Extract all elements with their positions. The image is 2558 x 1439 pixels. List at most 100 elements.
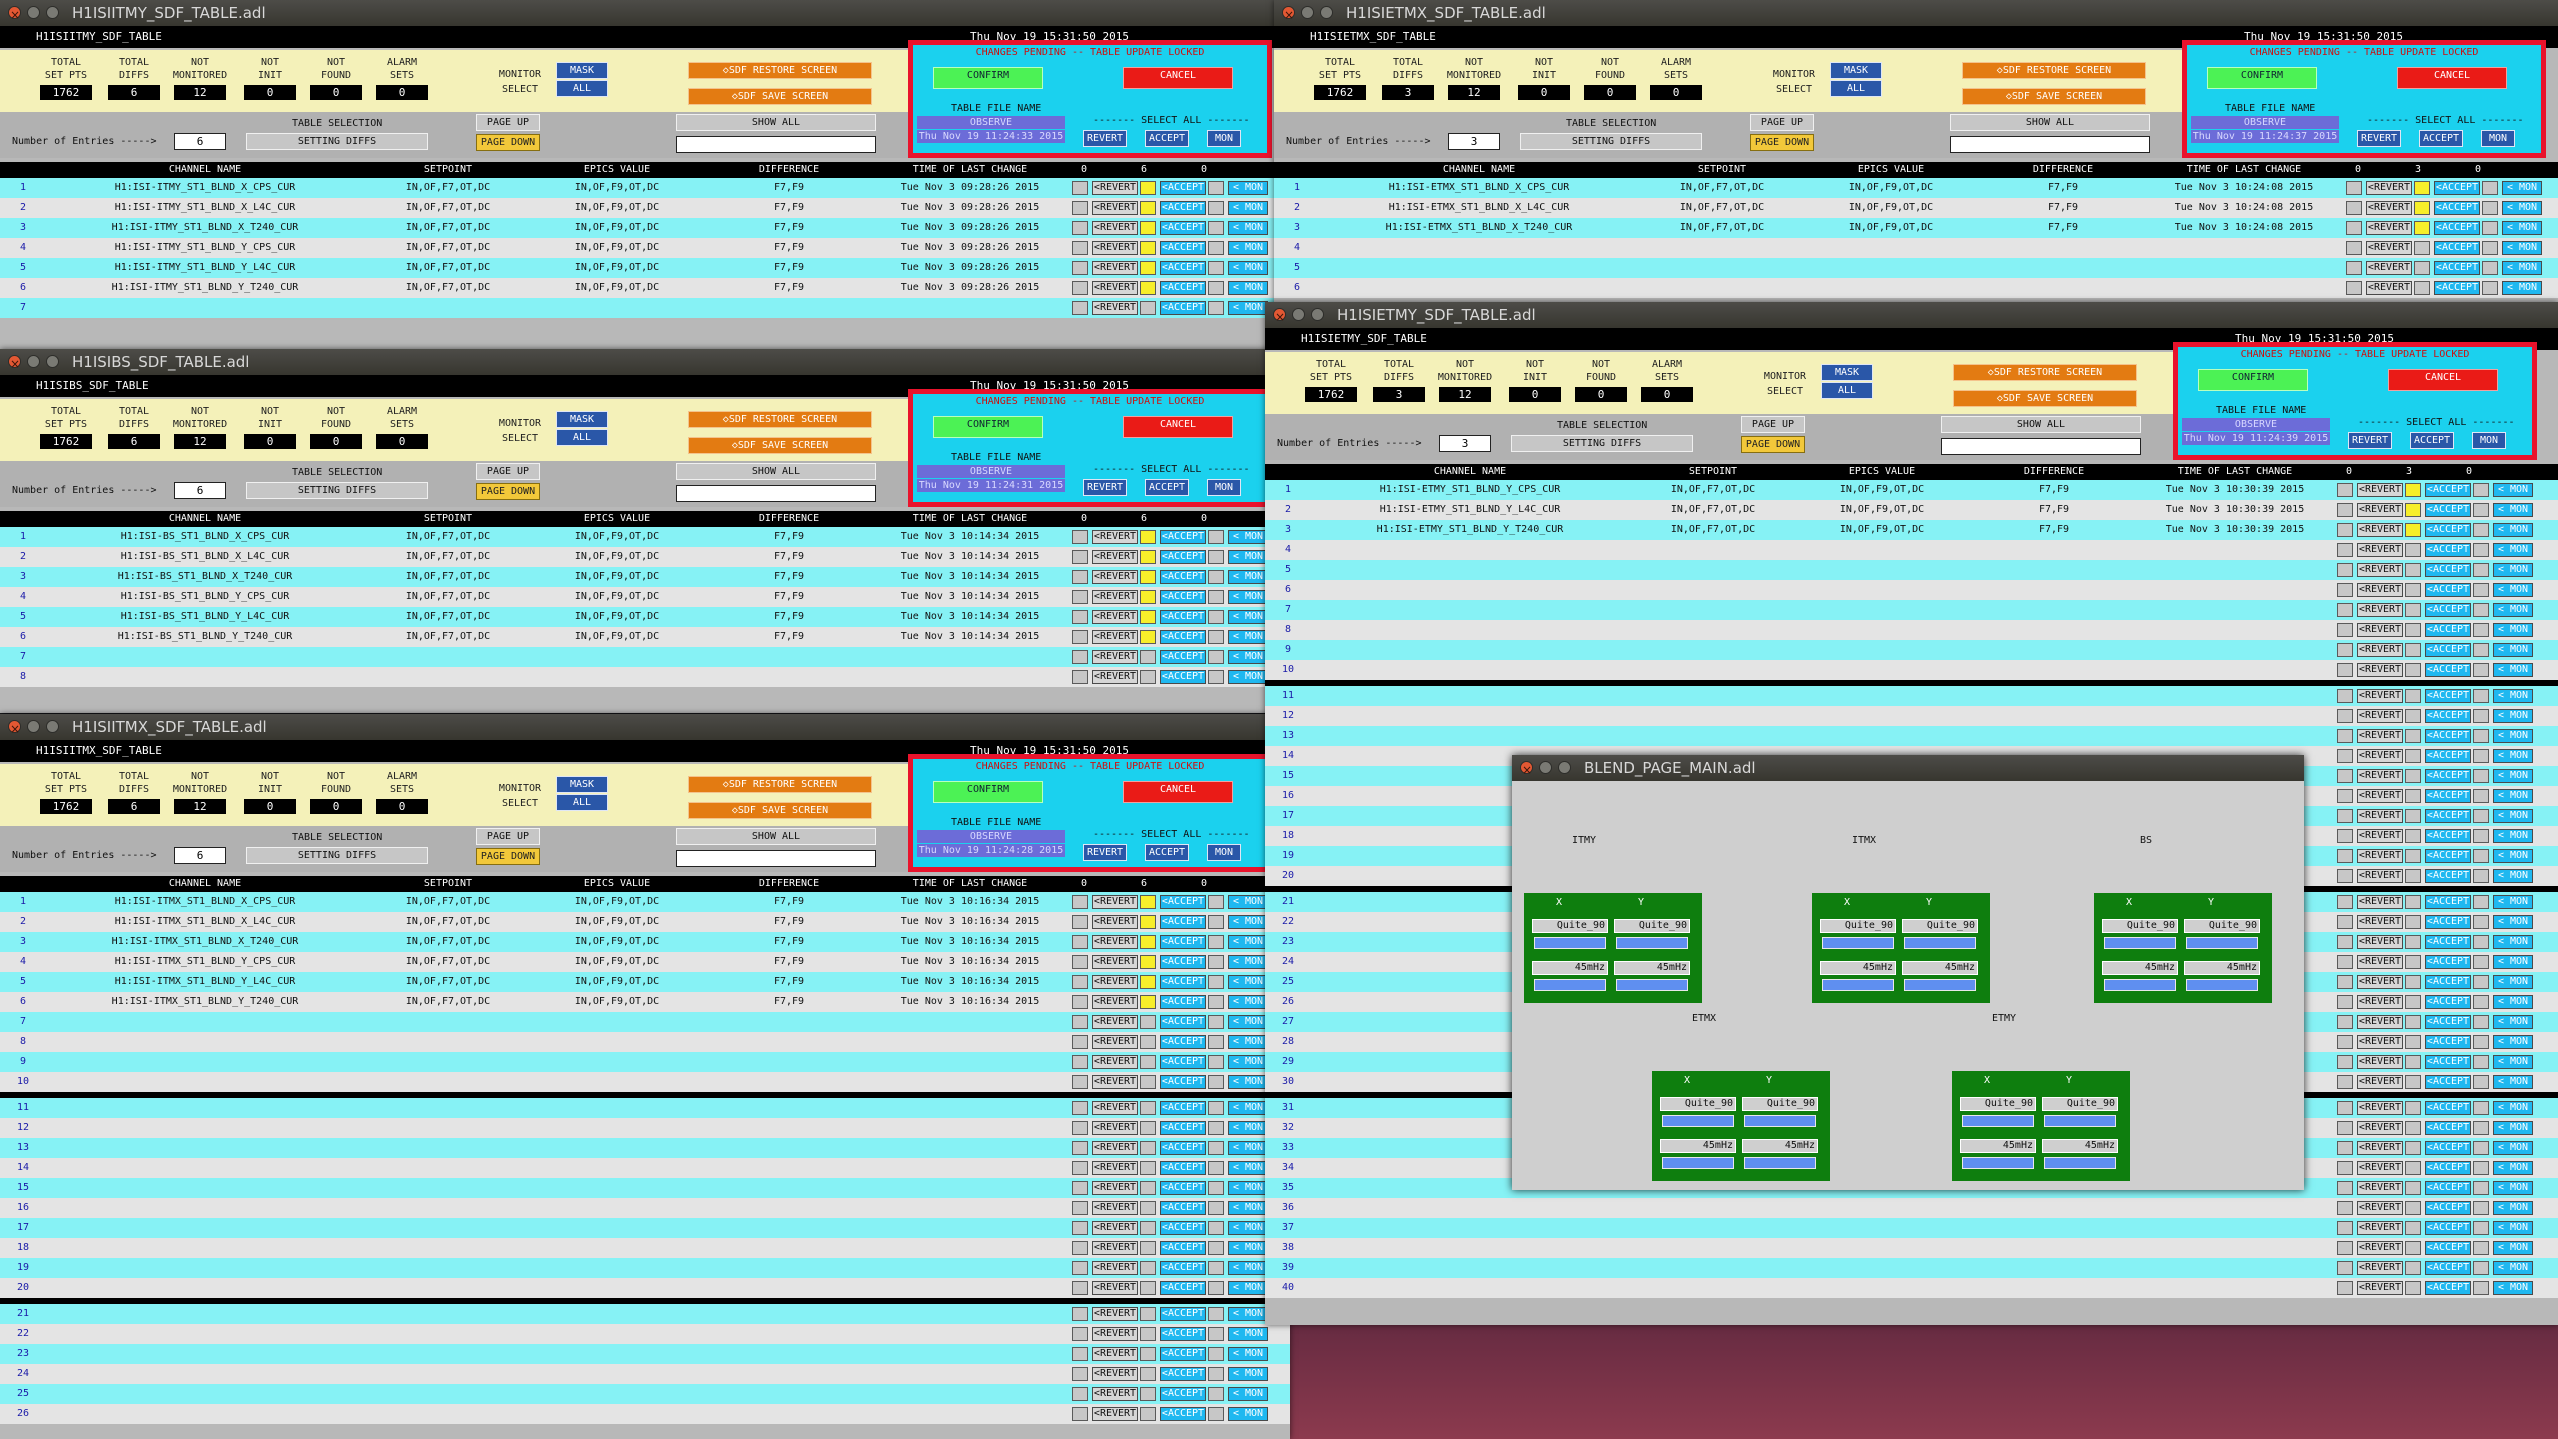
row-mon-checkbox[interactable]: [2473, 1035, 2489, 1049]
row-revert-button[interactable]: <REVERT: [2366, 221, 2412, 235]
row-mon-checkbox[interactable]: [2473, 1055, 2489, 1069]
row-select-checkbox[interactable]: [2337, 1201, 2353, 1215]
row-revert-button[interactable]: <REVERT: [1092, 1121, 1138, 1135]
row-mon-button[interactable]: < MON: [2493, 1181, 2533, 1195]
table-row[interactable]: 4 H1:ISI-ITMY_ST1_BLND_Y_CPS_CUR IN,OF,F7,…: [0, 238, 1278, 258]
table-row[interactable]: 12 <REVERT <ACCEPT < MON: [1265, 706, 2558, 726]
table-row[interactable]: 7 <REVERT <ACCEPT < MON: [1265, 600, 2558, 620]
row-accept-button[interactable]: <ACCEPT: [2434, 221, 2480, 235]
row-accept-checkbox[interactable]: [2405, 523, 2421, 537]
table-row[interactable]: 10 <REVERT <ACCEPT < MON: [1265, 660, 2558, 680]
row-mon-checkbox[interactable]: [2473, 583, 2489, 597]
row-select-checkbox[interactable]: [2337, 563, 2353, 577]
row-mon-button[interactable]: < MON: [1228, 1281, 1268, 1295]
row-accept-button[interactable]: <ACCEPT: [2425, 1101, 2471, 1115]
row-mon-button[interactable]: < MON: [2493, 915, 2533, 929]
table-row[interactable]: 8 <REVERT <ACCEPT < MON: [0, 1032, 1290, 1052]
row-mon-button[interactable]: < MON: [1228, 261, 1268, 275]
row-mon-button[interactable]: < MON: [2493, 623, 2533, 637]
row-accept-checkbox[interactable]: [2405, 749, 2421, 763]
row-select-checkbox[interactable]: [2337, 1161, 2353, 1175]
row-accept-button[interactable]: <ACCEPT: [1160, 261, 1206, 275]
row-mon-checkbox[interactable]: [1208, 1035, 1224, 1049]
row-accept-checkbox[interactable]: [2405, 1121, 2421, 1135]
row-mon-button[interactable]: < MON: [1228, 1201, 1268, 1215]
row-mon-checkbox[interactable]: [2473, 1141, 2489, 1155]
row-select-checkbox[interactable]: [2337, 503, 2353, 517]
row-revert-button[interactable]: <REVERT: [2357, 709, 2403, 723]
row-mon-checkbox[interactable]: [1208, 221, 1224, 235]
select-all-revert-button[interactable]: REVERT: [1083, 130, 1127, 147]
row-accept-checkbox[interactable]: [2405, 1201, 2421, 1215]
row-mon-button[interactable]: < MON: [1228, 530, 1268, 544]
sdf-restore-button[interactable]: ◇SDF RESTORE SCREEN: [688, 411, 872, 428]
row-select-checkbox[interactable]: [1072, 1261, 1088, 1275]
row-accept-checkbox[interactable]: [1140, 1121, 1156, 1135]
blend-filter-y-bar[interactable]: [2186, 937, 2258, 949]
row-mon-button[interactable]: < MON: [2493, 789, 2533, 803]
row-select-checkbox[interactable]: [1072, 1035, 1088, 1049]
table-row[interactable]: 18 <REVERT <ACCEPT < MON: [0, 1238, 1290, 1258]
row-accept-checkbox[interactable]: [2405, 1015, 2421, 1029]
row-accept-checkbox[interactable]: [1140, 650, 1156, 664]
row-accept-button[interactable]: <ACCEPT: [2425, 563, 2471, 577]
table-row[interactable]: 1 H1:ISI-BS_ST1_BLND_X_CPS_CUR IN,OF,F7,OT…: [0, 527, 1290, 547]
row-revert-button[interactable]: <REVERT: [1092, 975, 1138, 989]
row-mon-checkbox[interactable]: [1208, 261, 1224, 275]
row-accept-button[interactable]: <ACCEPT: [1160, 301, 1206, 315]
row-mon-checkbox[interactable]: [2473, 543, 2489, 557]
confirm-button[interactable]: CONFIRM: [933, 781, 1043, 803]
observe-file[interactable]: OBSERVE: [2191, 116, 2339, 129]
row-accept-button[interactable]: <ACCEPT: [2425, 729, 2471, 743]
row-mon-button[interactable]: < MON: [1228, 1261, 1268, 1275]
row-revert-button[interactable]: <REVERT: [2366, 181, 2412, 195]
row-mon-checkbox[interactable]: [2473, 623, 2489, 637]
row-accept-checkbox[interactable]: [1140, 955, 1156, 969]
row-mon-button[interactable]: < MON: [2493, 1055, 2533, 1069]
show-all-menu[interactable]: SHOW ALL: [1950, 114, 2150, 131]
filter-input[interactable]: [1941, 438, 2141, 455]
row-select-checkbox[interactable]: [1072, 221, 1088, 235]
table-row[interactable]: 2 H1:ISI-ITMX_ST1_BLND_X_L4C_CUR IN,OF,F7,…: [0, 912, 1290, 932]
row-select-checkbox[interactable]: [1072, 1075, 1088, 1089]
row-mon-checkbox[interactable]: [1208, 650, 1224, 664]
table-row[interactable]: 6 H1:ISI-ITMY_ST1_BLND_Y_T240_CUR IN,OF,F7…: [0, 278, 1278, 298]
row-select-checkbox[interactable]: [2337, 975, 2353, 989]
page-up-button[interactable]: PAGE UP: [476, 828, 540, 845]
row-mon-button[interactable]: < MON: [1228, 1387, 1268, 1401]
row-mon-button[interactable]: < MON: [2493, 1221, 2533, 1235]
row-mon-checkbox[interactable]: [2473, 563, 2489, 577]
page-down-button[interactable]: PAGE DOWN: [1741, 436, 1805, 453]
row-select-checkbox[interactable]: [2337, 483, 2353, 497]
row-revert-button[interactable]: <REVERT: [2357, 1101, 2403, 1115]
row-accept-button[interactable]: <ACCEPT: [2425, 935, 2471, 949]
row-accept-button[interactable]: <ACCEPT: [1160, 1241, 1206, 1255]
row-select-checkbox[interactable]: [1072, 570, 1088, 584]
select-all-mon-button[interactable]: MON: [2472, 432, 2506, 449]
row-accept-checkbox[interactable]: [2405, 689, 2421, 703]
row-accept-button[interactable]: <ACCEPT: [2425, 1201, 2471, 1215]
table-row[interactable]: 22 <REVERT <ACCEPT < MON: [0, 1324, 1290, 1344]
row-mon-button[interactable]: < MON: [2493, 975, 2533, 989]
row-revert-button[interactable]: <REVERT: [1092, 1201, 1138, 1215]
row-select-checkbox[interactable]: [1072, 630, 1088, 644]
row-mon-button[interactable]: < MON: [2493, 689, 2533, 703]
close-icon[interactable]: [1520, 757, 1533, 781]
row-revert-button[interactable]: <REVERT: [2357, 503, 2403, 517]
cancel-button[interactable]: CANCEL: [1123, 781, 1233, 803]
row-accept-button[interactable]: <ACCEPT: [2425, 895, 2471, 909]
blend-freq-y-bar[interactable]: [1616, 979, 1688, 991]
sdf-save-button[interactable]: ◇SDF SAVE SCREEN: [688, 88, 872, 105]
row-select-checkbox[interactable]: [1072, 241, 1088, 255]
table-row[interactable]: 3 H1:ISI-ETMX_ST1_BLND_X_T240_CUR IN,OF,F7…: [1274, 218, 2558, 238]
row-accept-button[interactable]: <ACCEPT: [2425, 849, 2471, 863]
table-row[interactable]: 6 H1:ISI-ITMX_ST1_BLND_Y_T240_CUR IN,OF,F7…: [0, 992, 1290, 1012]
row-accept-checkbox[interactable]: [2405, 809, 2421, 823]
row-mon-checkbox[interactable]: [2473, 809, 2489, 823]
cancel-button[interactable]: CANCEL: [2397, 67, 2507, 89]
row-accept-button[interactable]: <ACCEPT: [1160, 590, 1206, 604]
row-accept-button[interactable]: <ACCEPT: [2425, 663, 2471, 677]
row-revert-button[interactable]: <REVERT: [1092, 955, 1138, 969]
select-all-mon-button[interactable]: MON: [2481, 130, 2515, 147]
row-accept-button[interactable]: <ACCEPT: [1160, 1347, 1206, 1361]
